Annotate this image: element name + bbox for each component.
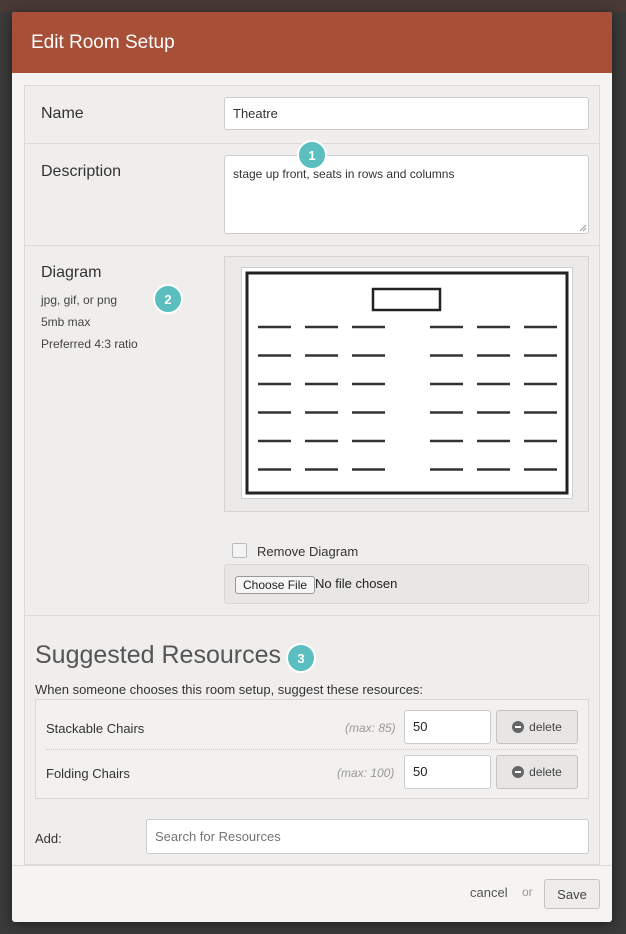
resource-name: Stackable Chairs — [46, 721, 145, 736]
choose-file-button[interactable]: Choose File — [235, 576, 316, 594]
file-upload: Choose File No file chosen — [224, 564, 589, 604]
resource-list: Stackable Chairs (max: 85) 50 delete Fol… — [35, 699, 589, 799]
resource-search-input[interactable] — [146, 819, 589, 854]
resource-row: Folding Chairs (max: 100) 50 delete — [46, 750, 578, 795]
name-input[interactable] — [224, 97, 589, 130]
remove-diagram-checkbox[interactable] — [232, 543, 247, 558]
modal-header: Edit Room Setup — [12, 12, 612, 73]
diagram-hint-format: jpg, gif, or png — [41, 293, 118, 307]
step-badge-2: 2 — [153, 284, 183, 314]
diagram-image — [241, 267, 573, 499]
remove-diagram-label[interactable]: Remove Diagram — [257, 544, 358, 559]
name-label: Name — [41, 105, 84, 122]
resource-max: (max: 100) — [337, 766, 395, 780]
minus-circle-icon — [512, 721, 525, 733]
form-panel: Name Description stage up front, seats i… — [24, 85, 600, 865]
delete-resource-button[interactable]: delete — [496, 755, 578, 789]
resource-row: Stackable Chairs (max: 85) 50 delete — [46, 705, 578, 750]
diagram-hint-size: 5mb max — [41, 315, 91, 329]
delete-label: delete — [529, 765, 562, 779]
resource-name: Folding Chairs — [46, 766, 130, 781]
backdrop — [0, 0, 626, 12]
description-label: Description — [41, 163, 122, 180]
cancel-link[interactable]: cancel — [470, 885, 508, 900]
diagram-hint-ratio: Preferred 4:3 ratio — [41, 337, 138, 351]
description-text: stage up front, seats in rows and column… — [233, 167, 455, 181]
step-badge-3: 3 — [286, 643, 316, 673]
diagram-label: Diagram — [41, 264, 102, 281]
file-status: No file chosen — [315, 576, 398, 591]
footer-divider — [12, 865, 612, 866]
resource-quantity-input[interactable]: 50 — [404, 710, 491, 744]
seating-diagram — [245, 271, 569, 495]
diagram-preview — [224, 256, 589, 512]
suggested-resources-title: Suggested Resources — [35, 641, 281, 669]
save-button[interactable]: Save — [544, 879, 600, 909]
resize-grip-icon[interactable] — [579, 224, 587, 232]
edit-room-setup-modal: Edit Room Setup Name Description stage u… — [12, 12, 612, 922]
or-text: or — [522, 885, 533, 899]
step-badge-1: 1 — [297, 140, 327, 170]
delete-label: delete — [529, 720, 562, 734]
minus-circle-icon — [512, 766, 525, 778]
resource-max: (max: 85) — [345, 721, 396, 735]
modal-title: Edit Room Setup — [31, 31, 175, 53]
description-textarea[interactable]: stage up front, seats in rows and column… — [224, 155, 589, 234]
name-row: Name — [25, 86, 599, 144]
delete-resource-button[interactable]: delete — [496, 710, 578, 744]
suggested-resources-subtitle: When someone chooses this room setup, su… — [35, 682, 424, 697]
add-resource-label: Add: — [35, 831, 62, 846]
resource-quantity-input[interactable]: 50 — [404, 755, 491, 789]
